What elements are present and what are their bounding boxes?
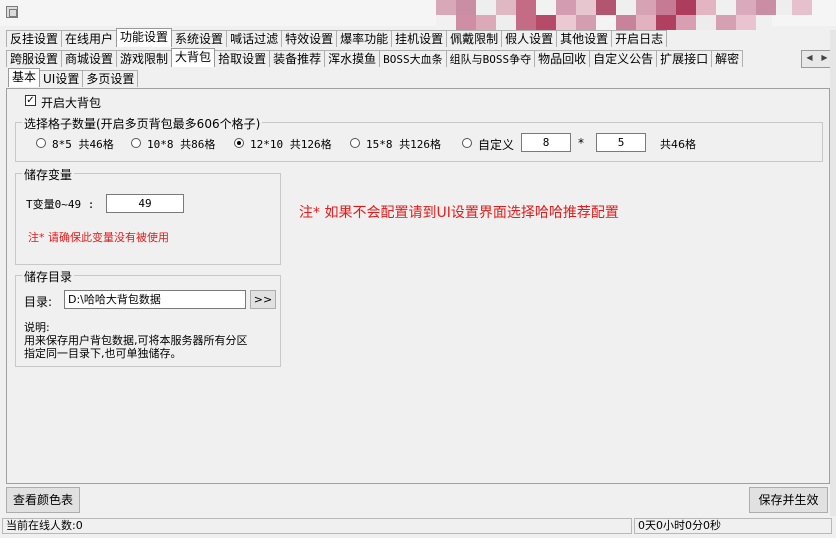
enable-big-bag-checkbox[interactable]: ✓ [25, 95, 36, 106]
tab-row2-8[interactable]: 组队与BOSS争夺 [445, 50, 536, 67]
recommend-config-notice: 注* 如果不会配置请到UI设置界面选择哈哈推荐配置 [299, 205, 619, 221]
tab-row1-9[interactable]: 假人设置 [501, 30, 558, 47]
radio-8x5-label: 8*5 共46格 [52, 138, 114, 151]
tab-row3-0[interactable]: 基本 [8, 68, 41, 87]
tab-row-2: 跨服设置 商城设置 游戏限制 大背包 拾取设置 装备推荐 浑水摸鱼 BOSS大血条 组队与BOS… [6, 48, 744, 67]
custom-total-label: 共46格 [660, 138, 696, 151]
grid-count-group: 选择格子数量(开启多页背包最多606个格子) 8*5 共46格 10*8 共86… [15, 115, 823, 162]
title-bar [0, 0, 836, 30]
t-variable-label: T变量0~49 : [26, 198, 95, 211]
tab-row1-2[interactable]: 功能设置 [116, 28, 173, 47]
tab-row1-5[interactable]: 特效设置 [281, 30, 338, 47]
tab-row1-10[interactable]: 其他设置 [556, 30, 613, 47]
tab-row2-7[interactable]: BOSS大血条 [379, 50, 447, 67]
right-edge-strip [830, 30, 836, 516]
storage-directory-group: 储存目录 目录: D:\哈哈大背包数据 >> 说明: 用来保存用户背包数据,可将… [15, 268, 281, 367]
tab-row2-3[interactable]: 大背包 [171, 48, 216, 67]
tab-row-1: 反挂设置 在线用户 功能设置 系统设置 喊话过滤 特效设置 爆率功能 挂机设置 佩戴限制 假人设置… [6, 28, 668, 47]
custom-columns-input[interactable]: 8 [521, 133, 571, 152]
radio-8x5[interactable] [36, 138, 46, 148]
tab-row2-11[interactable]: 扩展接口 [656, 50, 713, 67]
online-count-status: 当前在线人数:0 [2, 518, 632, 534]
radio-custom[interactable] [462, 138, 472, 148]
tab-row2-6[interactable]: 浑水摸鱼 [324, 50, 381, 67]
directory-input[interactable]: D:\哈哈大背包数据 [64, 290, 246, 309]
tab-row3-1[interactable]: UI设置 [39, 70, 84, 87]
radio-12x10-label: 12*10 共126格 [250, 138, 332, 151]
tab-scroll-left-icon[interactable]: ◀ [802, 51, 817, 67]
tab-row2-10[interactable]: 自定义公告 [589, 50, 658, 67]
content-panel: ✓ 开启大背包 选择格子数量(开启多页背包最多606个格子) 8*5 共46格 … [6, 88, 830, 484]
radio-custom-label: 自定义 [478, 138, 515, 152]
status-bar: 当前在线人数:0 0天0小时0分0秒 [0, 516, 836, 538]
tab-row1-7[interactable]: 挂机设置 [391, 30, 448, 47]
storage-variable-group: 储存变量 T变量0~49 : 49 注* 请确保此变量没有被使用 [15, 166, 281, 265]
app-icon [6, 6, 18, 18]
tab-row1-1[interactable]: 在线用户 [61, 30, 118, 47]
t-variable-input[interactable]: 49 [106, 194, 184, 213]
redacted-mosaic [436, 0, 812, 30]
tab-row2-5[interactable]: 装备推荐 [269, 50, 326, 67]
tab-row3-2[interactable]: 多页设置 [82, 70, 139, 87]
save-and-apply-button[interactable]: 保存并生效 [749, 487, 828, 513]
grid-count-group-title: 选择格子数量(开启多页背包最多606个格子) [22, 115, 263, 132]
tab-row1-3[interactable]: 系统设置 [171, 30, 228, 47]
times-sign: * [578, 136, 584, 150]
tab-row1-0[interactable]: 反挂设置 [6, 30, 63, 47]
tab-row2-2[interactable]: 游戏限制 [116, 50, 173, 67]
storage-variable-group-title: 储存变量 [22, 166, 75, 183]
browse-button[interactable]: >> [250, 290, 276, 309]
description-line-2: 指定同一目录下,也可单独储存。 [24, 347, 182, 360]
tab-row2-1[interactable]: 商城设置 [61, 50, 118, 67]
uptime-status: 0天0小时0分0秒 [634, 518, 832, 534]
tab-row1-11[interactable]: 开启日志 [611, 30, 668, 47]
tab-row2-12[interactable]: 解密 [711, 50, 744, 67]
tab-scroll-buttons[interactable]: ◀ ▶ [801, 50, 833, 68]
tab-row2-9[interactable]: 物品回收 [534, 50, 591, 67]
tab-row2-0[interactable]: 跨服设置 [6, 50, 63, 67]
tab-row2-4[interactable]: 拾取设置 [214, 50, 271, 67]
tab-row1-8[interactable]: 佩戴限制 [446, 30, 503, 47]
radio-10x8[interactable] [131, 138, 141, 148]
custom-rows-input[interactable]: 5 [596, 133, 646, 152]
radio-15x8-label: 15*8 共126格 [366, 138, 441, 151]
tab-row-3: 基本 UI设置 多页设置 [8, 68, 139, 87]
tab-row1-4[interactable]: 喊话过滤 [226, 30, 283, 47]
enable-big-bag-label: 开启大背包 [41, 96, 102, 110]
storage-directory-group-title: 储存目录 [22, 268, 75, 285]
radio-10x8-label: 10*8 共86格 [147, 138, 216, 151]
radio-15x8[interactable] [350, 138, 360, 148]
directory-label: 目录: [24, 295, 53, 309]
tab-row1-6[interactable]: 爆率功能 [336, 30, 393, 47]
view-color-table-button[interactable]: 查看颜色表 [6, 487, 80, 513]
variable-warning: 注* 请确保此变量没有被使用 [28, 231, 169, 244]
radio-12x10[interactable] [234, 138, 244, 148]
